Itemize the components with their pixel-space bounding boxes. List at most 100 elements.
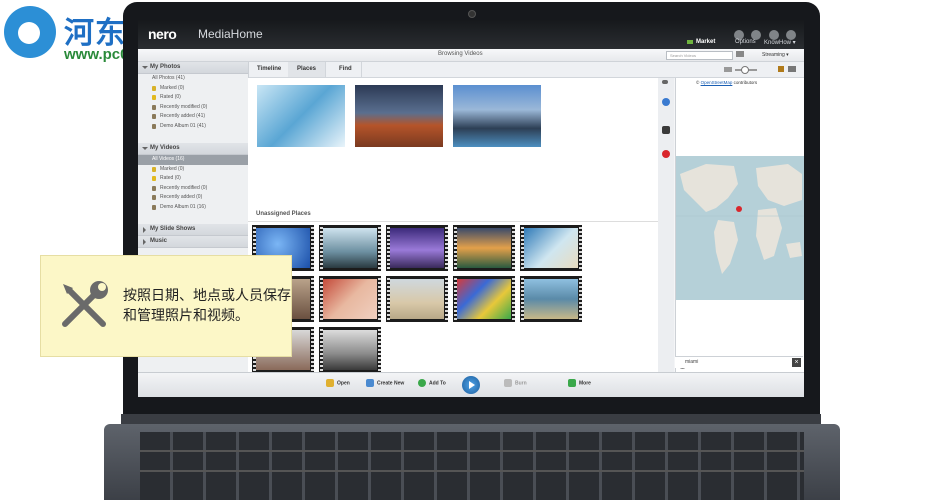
map-search-field[interactable]: miami × bbox=[675, 356, 803, 368]
openstreetmap-link[interactable]: OpenStreetMap bbox=[701, 80, 733, 85]
section-my-photos[interactable]: My Photos bbox=[138, 62, 248, 74]
cart-icon bbox=[687, 40, 693, 44]
info-icon-strip bbox=[658, 78, 674, 372]
collapse-icon[interactable] bbox=[662, 80, 668, 84]
feature-callout: 按照日期、地点或人员保存和管理照片和视频。 bbox=[40, 255, 292, 357]
video-thumbnail[interactable] bbox=[453, 276, 515, 322]
video-frame bbox=[457, 279, 511, 319]
sidebar-item-recently-modified[interactable]: Recently modified (0) bbox=[138, 103, 248, 113]
sort-icon[interactable] bbox=[788, 66, 796, 72]
clear-search-icon[interactable]: × bbox=[792, 358, 801, 367]
video-thumbnail[interactable] bbox=[520, 225, 582, 271]
tab-places[interactable]: Places bbox=[288, 62, 327, 77]
more-arrow-icon bbox=[568, 379, 576, 387]
map-marker-icon[interactable] bbox=[736, 206, 742, 212]
keyboard-row-divider bbox=[140, 450, 804, 452]
burn-label: Burn bbox=[515, 380, 527, 387]
people-icon[interactable] bbox=[662, 126, 670, 134]
options-menu[interactable]: Options bbox=[735, 39, 756, 45]
video-frame bbox=[323, 228, 377, 268]
search-input[interactable]: Search Videos bbox=[666, 51, 733, 60]
tv-icon bbox=[736, 51, 744, 57]
sidebar-item-label: Demo Album 01 (16) bbox=[160, 203, 206, 210]
sidebar-item-all-videos[interactable]: All Videos (16) bbox=[138, 155, 248, 165]
market-menu[interactable]: Market bbox=[696, 39, 715, 45]
marked-icon bbox=[152, 166, 156, 172]
bottom-toolbar: Open Create New Add To Burn More bbox=[138, 372, 804, 397]
info-icon[interactable] bbox=[662, 98, 670, 106]
watermark-logo-icon bbox=[4, 6, 56, 58]
section-my-slide-shows[interactable]: My Slide Shows bbox=[138, 224, 248, 236]
sidebar-item-recently-added[interactable]: Recently added (41) bbox=[138, 112, 248, 122]
burn-icon bbox=[504, 379, 512, 387]
sidebar-item-label: Recently added (0) bbox=[160, 194, 203, 200]
sidebar-item-recently-modified[interactable]: Recently modified (0) bbox=[138, 184, 248, 194]
album-icon bbox=[152, 195, 156, 200]
play-button[interactable] bbox=[462, 376, 480, 394]
photo-thumbnail[interactable] bbox=[257, 85, 345, 147]
sidebar-item-label: Recently added (41) bbox=[160, 113, 206, 119]
sidebar-item-all-photos[interactable]: All Photos (41) bbox=[138, 74, 248, 84]
view-icon[interactable] bbox=[724, 67, 732, 72]
streaming-menu[interactable]: Streaming ▾ bbox=[762, 52, 789, 58]
add-to-label: Add To bbox=[429, 380, 446, 387]
world-map[interactable] bbox=[676, 156, 804, 300]
sidebar-item-demo-album[interactable]: Demo Album 01 (41) bbox=[138, 122, 248, 132]
tab-find[interactable]: Find bbox=[330, 62, 362, 77]
sidebar-item-marked[interactable]: Marked (0) bbox=[138, 84, 248, 94]
album-icon bbox=[152, 123, 156, 129]
photo-thumbnail[interactable] bbox=[355, 85, 443, 147]
sidebar-item-label: Rated (0) bbox=[160, 94, 181, 100]
video-thumbnail[interactable] bbox=[319, 327, 381, 373]
sidebar-item-label: Recently modified (0) bbox=[160, 103, 208, 110]
add-icon bbox=[418, 379, 426, 387]
open-label: Open bbox=[337, 380, 350, 387]
photo-thumbnail[interactable] bbox=[453, 85, 541, 147]
video-thumbnail[interactable] bbox=[319, 225, 381, 271]
add-to-button[interactable]: Add To bbox=[418, 379, 446, 387]
section-my-videos[interactable]: My Videos bbox=[138, 143, 248, 155]
tab-timeline[interactable]: Timeline bbox=[248, 62, 292, 77]
video-frame bbox=[524, 228, 578, 268]
zoom-slider-handle[interactable] bbox=[741, 66, 749, 74]
knowhow-menu[interactable]: KnowHow ▾ bbox=[764, 39, 796, 46]
video-thumbnail[interactable] bbox=[520, 276, 582, 322]
video-thumbnail[interactable] bbox=[319, 276, 381, 322]
app-title: MediaHome bbox=[198, 27, 263, 41]
burn-button[interactable]: Burn bbox=[504, 379, 527, 387]
create-new-icon bbox=[366, 379, 374, 387]
open-icon bbox=[326, 379, 334, 387]
sidebar-item-marked[interactable]: Marked (0) bbox=[138, 165, 248, 175]
sidebar-item-label: Recently modified (0) bbox=[160, 184, 208, 191]
album-icon bbox=[152, 104, 156, 110]
create-new-button[interactable]: Create New bbox=[366, 379, 404, 387]
callout-text: 按照日期、地点或人员保存和管理照片和视频。 bbox=[123, 288, 291, 324]
media-content: Unassigned Places bbox=[248, 78, 766, 397]
section-music[interactable]: Music bbox=[138, 236, 248, 248]
video-thumbnail[interactable] bbox=[386, 276, 448, 322]
view-title: Browsing Videos bbox=[438, 51, 483, 57]
folder-icon[interactable] bbox=[778, 66, 784, 72]
video-thumbnail[interactable] bbox=[453, 225, 515, 271]
sidebar-item-rated[interactable]: Rated (0) bbox=[138, 93, 248, 103]
sidebar-item-label: Rated (0) bbox=[160, 175, 181, 181]
video-frame bbox=[524, 279, 578, 319]
location-pin-icon[interactable] bbox=[662, 150, 670, 158]
marked-icon bbox=[152, 85, 156, 91]
video-frame bbox=[390, 228, 444, 268]
keyboard bbox=[140, 432, 804, 500]
video-thumbnail[interactable] bbox=[386, 225, 448, 271]
video-frame bbox=[457, 228, 511, 268]
video-frame bbox=[323, 330, 377, 370]
open-button[interactable]: Open bbox=[326, 379, 350, 387]
sidebar-item-label: Marked (0) bbox=[160, 165, 185, 172]
sidebar-item-recently-added[interactable]: Recently added (0) bbox=[138, 193, 248, 203]
sidebar-item-rated[interactable]: Rated (0) bbox=[138, 174, 248, 184]
more-button[interactable]: More bbox=[568, 379, 591, 387]
video-frame bbox=[323, 279, 377, 319]
sidebar-item-label: Demo Album 01 (41) bbox=[160, 122, 206, 129]
sidebar-item-demo-album[interactable]: Demo Album 01 (16) bbox=[138, 203, 248, 213]
album-icon bbox=[152, 185, 156, 191]
